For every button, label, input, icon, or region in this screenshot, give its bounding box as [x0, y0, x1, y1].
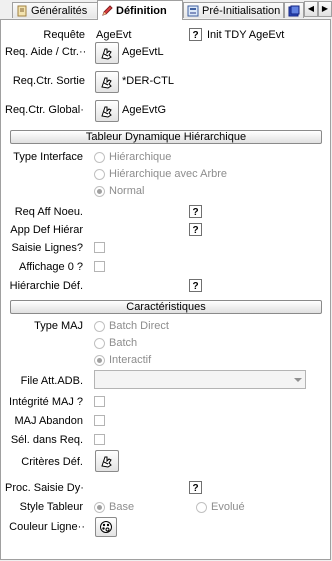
tableur-section-button[interactable]: Tableur Dynamique Hiérarchique: [10, 130, 322, 144]
sel-dans-req-checkbox[interactable]: [94, 434, 105, 445]
type-interface-label: Type Interface: [13, 151, 83, 163]
tab-definition[interactable]: Définition: [97, 0, 183, 20]
file-att-combo[interactable]: [94, 370, 306, 389]
form-icon: [187, 5, 199, 17]
general-icon: [16, 5, 28, 17]
radio-style-evolue-label: Evolué: [211, 501, 245, 513]
radio-dot: [94, 151, 105, 163]
app-def-hierar-help-button[interactable]: ?: [189, 223, 202, 236]
couleur-ligne-button[interactable]: [95, 517, 117, 537]
req-sortie-value: *DER-CTL: [122, 75, 174, 87]
tab-scroll-left-button[interactable]: ◀: [304, 1, 318, 17]
radio-batch[interactable]: Batch: [94, 337, 137, 349]
req-global-label: Req.Ctr. Global··: [5, 104, 85, 116]
affichage-zero-checkbox[interactable]: [94, 261, 105, 272]
radio-hierarchique-arbre[interactable]: Hiérarchique avec Arbre: [94, 168, 227, 180]
radio-dot: [94, 168, 105, 180]
tab-generalites-label: Généralités: [31, 4, 88, 17]
tab-generalites[interactable]: Généralités: [12, 2, 98, 18]
req-sortie-button[interactable]: [95, 71, 119, 93]
req-sortie-label: Req.Ctr. Sortie: [12, 75, 85, 87]
tab-strip: Généralités Définition Pré-Initialisatio…: [0, 0, 332, 20]
app-def-hierar-label: App Def Hiérar: [10, 224, 83, 236]
radio-dot: [94, 320, 105, 332]
radio-interactif[interactable]: Interactif: [94, 354, 151, 366]
requete-value: AgeEvt: [96, 29, 132, 41]
init-tdy-label: Init TDY AgeEvt: [207, 29, 285, 41]
req-aide-label: Req. Aide / Ctr.··: [5, 46, 85, 58]
book-icon: [288, 5, 300, 17]
criteres-def-label: Critères Déf.: [21, 456, 83, 468]
radio-hierarchique[interactable]: Hiérarchique: [94, 151, 171, 163]
hierarchie-def-label: Hiérarchie Déf.: [9, 280, 83, 292]
req-global-button[interactable]: [95, 100, 119, 122]
saisie-lignes-label: Saisie Lignes?: [11, 242, 83, 254]
radio-hierarchique-arbre-label: Hiérarchique avec Arbre: [109, 168, 228, 180]
requete-help-button[interactable]: ?: [189, 28, 202, 41]
integrite-maj-checkbox[interactable]: [94, 396, 105, 407]
req-aide-button[interactable]: [95, 42, 119, 64]
req-aff-noeu-help-button[interactable]: ?: [189, 205, 202, 218]
req-global-value: AgeEvtG: [122, 104, 167, 116]
radio-style-base-label: Base: [109, 501, 135, 513]
tab-pre-initialisation[interactable]: Pré-Initialisation: [183, 2, 284, 18]
radio-normal-label: Normal: [109, 185, 145, 197]
radio-dot-selected: [94, 185, 105, 197]
tab-pre-initialisation-label: Pré-Initialisation: [202, 4, 281, 17]
tab-scroll-right-button[interactable]: ▶: [318, 1, 332, 17]
saisie-lignes-checkbox[interactable]: [94, 242, 105, 253]
hierarchie-def-help-button[interactable]: ?: [189, 279, 202, 292]
radio-dot-selected: [94, 354, 105, 366]
requete-label: Requête: [43, 29, 85, 41]
maj-abandon-label: MAJ Abandon: [14, 415, 84, 427]
sel-dans-req-label: Sél. dans Req.: [10, 434, 83, 446]
radio-dot: [196, 501, 207, 513]
proc-saisie-label: Proc. Saisie Dy··: [5, 482, 85, 494]
radio-style-evolue[interactable]: Evolué: [196, 501, 245, 513]
palette-icon: [100, 521, 112, 533]
radio-interactif-label: Interactif: [109, 354, 152, 366]
style-tableur-label: Style Tableur: [19, 501, 83, 513]
chevron-down-icon: [294, 378, 302, 382]
criteres-def-button[interactable]: [95, 450, 119, 472]
radio-hierarchique-label: Hiérarchique: [109, 151, 172, 163]
hand-pointer-icon: [101, 77, 112, 89]
couleur-ligne-label: Couleur Ligne··: [9, 521, 85, 533]
req-aide-value: AgeEvtL: [122, 46, 164, 58]
integrite-maj-label: Intégrité MAJ ?: [9, 396, 83, 408]
tab-definition-label: Définition: [116, 4, 167, 17]
type-maj-label: Type MAJ: [34, 320, 83, 332]
radio-batch-direct-label: Batch Direct: [109, 320, 169, 332]
affichage-zero-label: Affichage 0 ?: [18, 261, 83, 273]
maj-abandon-checkbox[interactable]: [94, 415, 105, 426]
caracteristiques-section-button[interactable]: Caractéristiques: [10, 300, 322, 314]
hand-pointer-icon: [101, 456, 112, 468]
radio-normal[interactable]: Normal: [94, 185, 144, 197]
proc-saisie-help-button[interactable]: ?: [189, 481, 202, 494]
req-aff-noeu-label: Req Aff Noeu.: [14, 206, 83, 218]
radio-dot-selected: [94, 501, 105, 513]
hand-pointer-icon: [101, 106, 112, 118]
tab-more[interactable]: [284, 2, 304, 18]
radio-style-base[interactable]: Base: [94, 501, 134, 513]
file-att-label: File Att.ADB.: [20, 375, 83, 387]
hand-pointer-icon: [101, 48, 112, 60]
radio-batch-direct[interactable]: Batch Direct: [94, 320, 169, 332]
pencil-icon: [101, 4, 113, 17]
radio-batch-label: Batch: [109, 337, 138, 349]
radio-dot: [94, 337, 105, 349]
